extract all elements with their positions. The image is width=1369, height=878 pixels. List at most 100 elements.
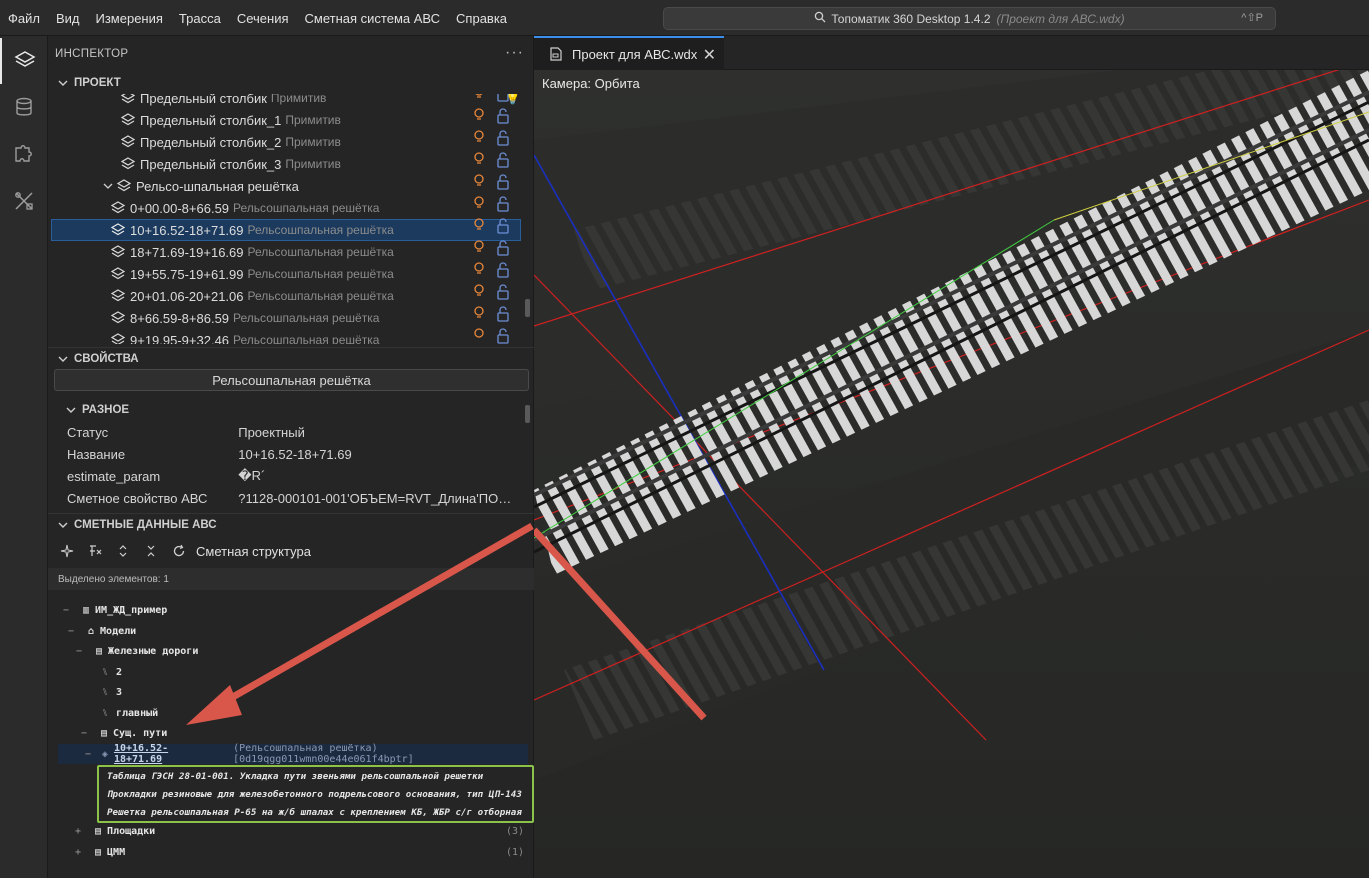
chevron-down-icon [58,522,68,528]
puzzle-icon[interactable] [0,130,48,176]
3d-viewport[interactable]: Камера: Орбита [534,70,1369,878]
tree-item[interactable]: Предельный столбик_1 Примитив [51,109,521,131]
activity-bar [0,36,48,878]
properties-section-header[interactable]: СВОЙСТВА [48,347,534,369]
title-bar: Файл Вид Измерения Трасса Сечения Сметна… [0,0,1369,36]
document-icon: ▤ [96,645,103,657]
project-section-header[interactable]: ПРОЕКТ [48,72,534,94]
collapse-icon[interactable]: − [68,626,78,637]
chevron-down-icon [66,407,76,413]
estimate-item[interactable]: Таблица ГЭСН 28-01-001. Укладка пути зве… [99,767,532,785]
menu-bar: Файл Вид Измерения Трасса Сечения Сметна… [0,0,515,36]
inspector-title: ИНСПЕКТОР [55,48,129,60]
property-value[interactable]: �R´ [238,468,517,484]
inspector-panel: ИНСПЕКТОР ··· ПРОЕКТ Предельный столбик П… [48,36,534,878]
tree-item[interactable]: Предельный столбик_3 Примитив [51,153,521,175]
project-tree: Предельный столбик Примитив 💡 Предельный … [48,94,534,344]
property-value[interactable]: Проектный [238,425,517,440]
project-name: (Проект для АВС.wdx) [996,11,1125,26]
menu-help[interactable]: Справка [448,11,515,26]
path-icon: ⑊ [102,666,108,678]
home-icon: ⌂ [88,625,95,637]
misc-group-title: РАЗНОЕ [82,404,130,416]
est-tree-node-selected[interactable]: − ◈ 10+16.52-18+71.69 (Рельсошпальная ре… [58,743,528,765]
menu-file[interactable]: Файл [0,11,48,26]
path-icon: ⑊ [102,707,108,719]
layer-icon [111,245,125,258]
tree-scrollbar[interactable] [525,299,530,317]
tree-item-selected[interactable]: 10+16.52-18+71.69 Рельсошпальная решётка [51,219,521,241]
menu-measure[interactable]: Измерения [88,11,171,26]
project-section-title: ПРОЕКТ [74,77,121,89]
properties-scrollbar[interactable] [525,405,530,423]
collapse-icon[interactable]: − [63,605,73,616]
tree-item[interactable]: 9+19.95-9+32.46 Рельсошпальная решётка [51,329,521,344]
est-tree-dtm[interactable]: + ▤ ЦММ (1) [48,842,534,862]
tree-item[interactable]: 8+66.59-8+86.59 Рельсошпальная решётка [51,307,521,329]
collapse-icon[interactable]: − [76,646,86,657]
chevron-down-icon [103,183,113,189]
menu-view[interactable]: Вид [48,11,88,26]
camera-mode-label: Камера: Орбита [542,76,640,91]
layer-icon [121,157,135,170]
annotation-arrow [186,522,534,725]
collapse-icon[interactable]: − [81,728,91,739]
layer-icon [121,135,135,148]
building-icon: ▥ [83,604,90,616]
menu-sections[interactable]: Сечения [229,11,297,26]
tab-project[interactable]: Проект для АВС.wdx ✕ [534,36,724,70]
layer-icon [111,333,125,344]
estimate-item[interactable]: Прокладки резиновые для железобетонного … [99,785,532,803]
close-icon[interactable]: ✕ [703,45,716,65]
document-icon: ▤ [95,825,102,837]
chevron-down-icon [58,80,68,86]
tree-item[interactable]: Предельный столбик_2 Примитив [51,131,521,153]
menu-route[interactable]: Трасса [171,11,229,26]
database-icon[interactable] [0,84,48,130]
tools-icon[interactable] [0,178,48,224]
expand-all-icon[interactable] [116,544,130,558]
misc-group-header[interactable]: РАЗНОЕ [48,399,534,421]
estimate-item[interactable]: Решетка рельсошпальная Р-65 на ж/б шпала… [99,803,532,821]
tree-group-rail-grid[interactable]: Рельсо-шпальная решётка [51,175,521,197]
expand-icon[interactable]: + [75,847,85,858]
tree-item[interactable]: 18+71.69-19+16.69 Рельсошпальная решётка [51,241,521,263]
layers-icon[interactable] [0,38,48,84]
app-title: Топоматик 360 Desktop 1.4.2 [831,11,991,26]
editor-tabs: Проект для АВС.wdx ✕ [534,36,1369,70]
clear-icon[interactable] [88,544,102,558]
property-row: Сметное свойство АВС ?1128-000101-001'ОБ… [67,490,517,506]
chevron-down-icon [58,356,68,362]
est-tree-sites[interactable]: + ▤ Площадки (3) [48,821,534,841]
document-icon: ▤ [95,846,102,858]
document-icon: ▤ [101,727,108,739]
menu-estimate[interactable]: Сметная система АВС [297,11,449,26]
inspector-header: ИНСПЕКТОР ··· [48,36,534,72]
expand-icon[interactable]: + [75,826,85,837]
tree-item[interactable]: 20+01.06-20+21.06 Рельсошпальная решётка [51,285,521,307]
tree-item[interactable]: Предельный столбик Примитив 💡 [51,94,521,109]
estimate-items-highlight: Таблица ГЭСН 28-01-001. Укладка пути зве… [97,765,534,823]
tree-item[interactable]: 0+00.00-8+66.59 Рельсошпальная решётка [51,197,521,219]
layer-icon [121,113,135,126]
collapse-icon[interactable]: − [85,749,94,760]
property-row: Название 10+16.52-18+71.69 [67,443,517,465]
property-value[interactable]: ?1128-000101-001'ОБЪЕМ=RVT_Длина'ПОП… [238,491,517,506]
sparkle-icon[interactable] [60,544,74,558]
element-type-button[interactable]: Рельсошпальная решётка [54,369,529,391]
layer-icon [111,311,125,324]
property-row: estimate_param �R´ [67,465,517,487]
property-value[interactable]: 10+16.52-18+71.69 [238,447,517,462]
tree-item[interactable]: 19+55.75-19+61.99 Рельсошпальная решётка [51,263,521,285]
search-icon [814,11,826,26]
layer-icon [121,94,135,104]
layer-icon: ◈ [101,748,108,760]
command-search[interactable]: Топоматик 360 Desktop 1.4.2 (Проект для … [663,7,1276,30]
layer-icon [111,223,125,236]
layer-icon [111,267,125,280]
shortcut-hint: ^⇧P [1241,12,1263,24]
more-icon[interactable]: ··· [505,44,524,62]
layer-icon [111,201,125,214]
path-icon: ⑊ [102,686,108,698]
file-icon [550,47,562,61]
